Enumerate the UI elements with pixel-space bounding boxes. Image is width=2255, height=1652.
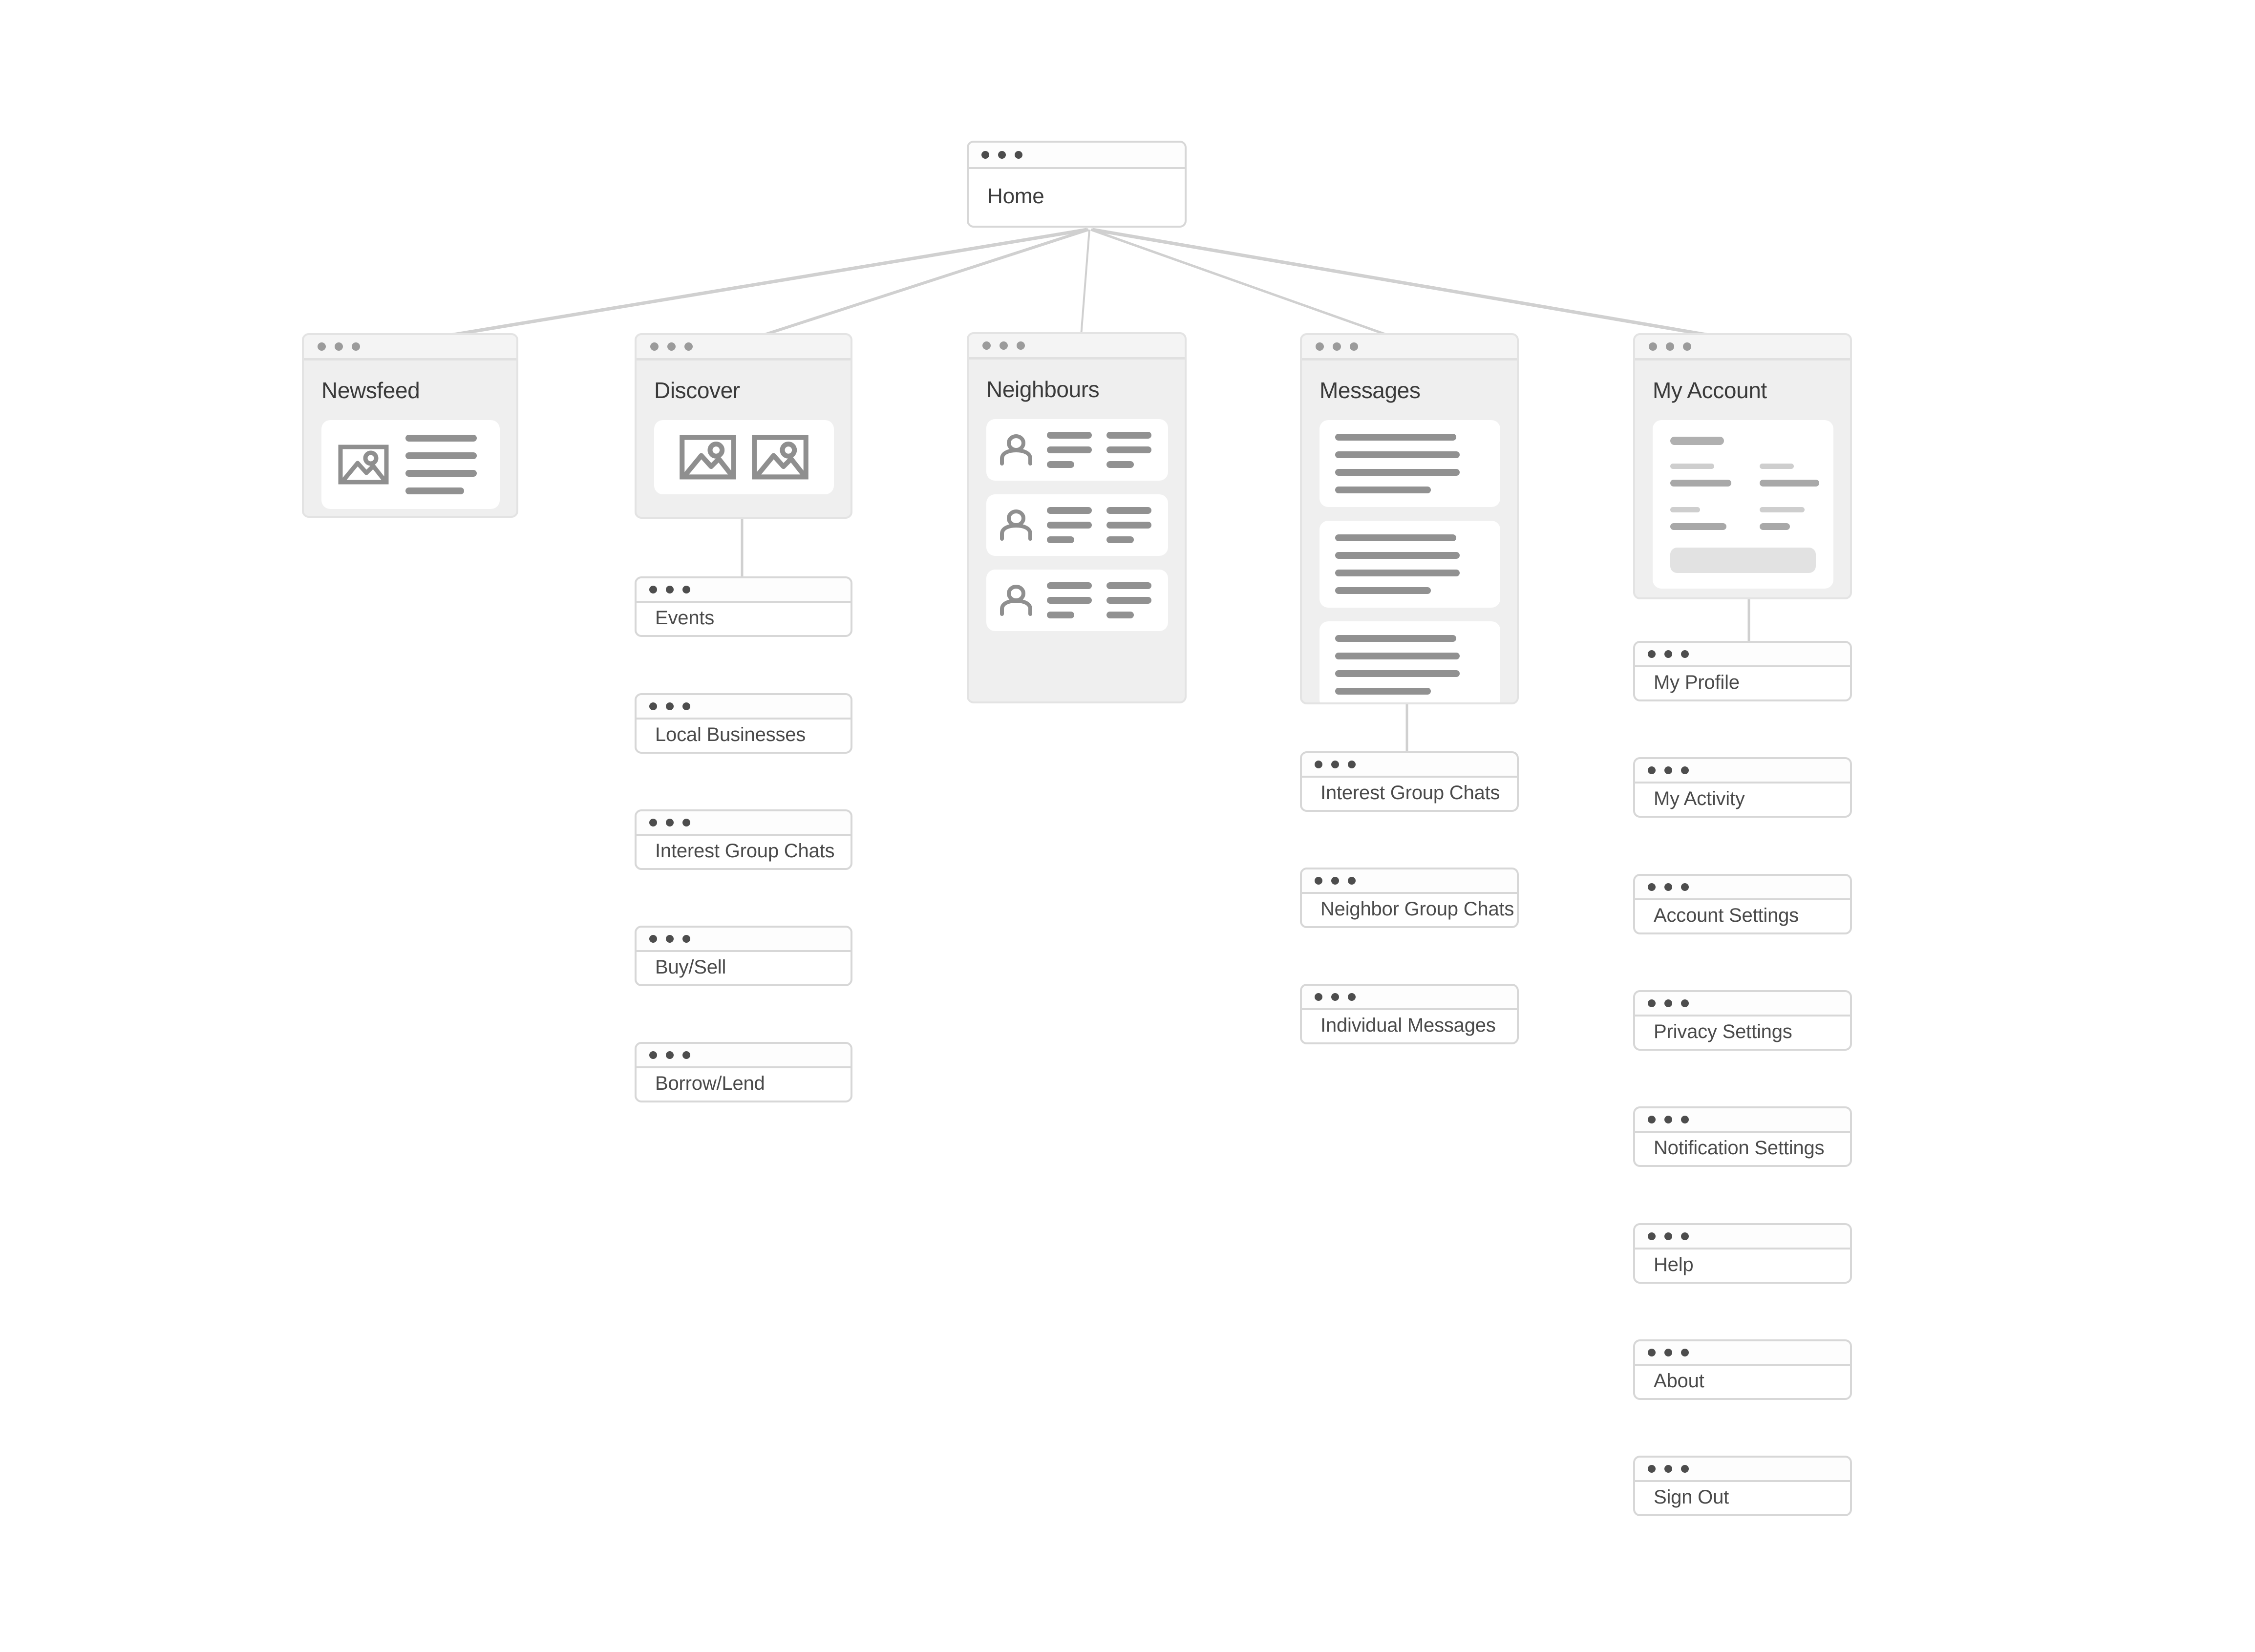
node-borrow-lend-label: Borrow/Lend xyxy=(655,1072,765,1094)
node-buy-sell[interactable]: Buy/Sell xyxy=(635,926,852,986)
node-privacy-settings[interactable]: Privacy Settings xyxy=(1633,990,1852,1051)
node-events-label: Events xyxy=(655,607,715,629)
window-dots-icon xyxy=(969,143,1185,169)
node-sign-out-label: Sign Out xyxy=(1654,1486,1729,1508)
node-account-settings[interactable]: Account Settings xyxy=(1633,874,1852,934)
node-discover-interest-group-chats[interactable]: Interest Group Chats xyxy=(635,809,852,870)
image-placeholder-icon xyxy=(680,435,736,480)
window-dots-icon xyxy=(304,335,516,360)
node-my-profile[interactable]: My Profile xyxy=(1633,641,1852,701)
window-dots-icon xyxy=(1635,1225,1850,1250)
window-dots-icon xyxy=(969,334,1185,360)
window-dots-icon xyxy=(1635,1458,1850,1482)
node-my-activity-label: My Activity xyxy=(1654,787,1745,809)
connector-lines xyxy=(409,228,1750,751)
node-individual-messages-label: Individual Messages xyxy=(1320,1014,1496,1036)
window-dots-icon xyxy=(637,578,851,603)
message-preview-card xyxy=(1319,621,1500,702)
node-about[interactable]: About xyxy=(1633,1339,1852,1400)
account-name-placeholder xyxy=(1670,437,1724,445)
node-individual-messages[interactable]: Individual Messages xyxy=(1300,984,1519,1044)
sitemap-canvas: Home Newsfeed Discover Neighbours Messag… xyxy=(0,0,2255,1652)
node-help[interactable]: Help xyxy=(1633,1223,1852,1284)
window-dots-icon xyxy=(1302,335,1517,360)
window-dots-icon xyxy=(637,928,851,952)
window-dots-icon xyxy=(1635,335,1850,360)
window-dots-icon xyxy=(1635,643,1850,667)
node-messages-interest-group-chats-label: Interest Group Chats xyxy=(1320,782,1500,804)
window-dots-icon xyxy=(1302,869,1517,894)
node-notification-settings[interactable]: Notification Settings xyxy=(1633,1106,1852,1167)
node-help-label: Help xyxy=(1654,1253,1694,1275)
window-dots-icon xyxy=(637,335,851,360)
account-action-block xyxy=(1670,548,1816,573)
node-my-profile-label: My Profile xyxy=(1654,671,1740,693)
node-home-label: Home xyxy=(987,184,1044,208)
person-avatar-icon xyxy=(1000,585,1032,616)
node-my-activity[interactable]: My Activity xyxy=(1633,757,1852,818)
node-neighbours-label: Neighbours xyxy=(986,377,1100,402)
node-sign-out[interactable]: Sign Out xyxy=(1633,1456,1852,1516)
node-about-label: About xyxy=(1654,1370,1704,1392)
node-messages[interactable]: Messages xyxy=(1300,333,1519,704)
image-placeholder-icon xyxy=(752,435,808,480)
image-placeholder-icon xyxy=(338,445,389,485)
node-newsfeed-label: Newsfeed xyxy=(321,378,420,403)
window-dots-icon xyxy=(637,695,851,720)
node-messages-interest-group-chats[interactable]: Interest Group Chats xyxy=(1300,751,1519,812)
node-messages-label: Messages xyxy=(1319,378,1421,403)
node-privacy-settings-label: Privacy Settings xyxy=(1654,1020,1792,1042)
node-my-account-label: My Account xyxy=(1653,378,1767,403)
node-discover-label: Discover xyxy=(654,378,740,403)
node-account-settings-label: Account Settings xyxy=(1654,904,1799,926)
window-dots-icon xyxy=(1635,1108,1850,1133)
node-local-businesses[interactable]: Local Businesses xyxy=(635,693,852,754)
neighbour-row-card xyxy=(986,570,1168,631)
node-borrow-lend[interactable]: Borrow/Lend xyxy=(635,1042,852,1102)
message-preview-card xyxy=(1319,521,1500,608)
node-my-account[interactable]: My Account xyxy=(1633,333,1852,599)
window-dots-icon xyxy=(637,1044,851,1068)
node-neighbor-group-chats[interactable]: Neighbor Group Chats xyxy=(1300,868,1519,928)
node-buy-sell-label: Buy/Sell xyxy=(655,956,726,978)
message-preview-card xyxy=(1319,420,1500,507)
node-home[interactable]: Home xyxy=(967,141,1187,228)
person-avatar-icon xyxy=(1000,434,1032,466)
window-dots-icon xyxy=(1635,1341,1850,1366)
person-avatar-icon xyxy=(1000,509,1032,541)
node-neighbor-group-chats-label: Neighbor Group Chats xyxy=(1320,898,1514,920)
node-events[interactable]: Events xyxy=(635,576,852,637)
node-discover[interactable]: Discover xyxy=(635,333,852,519)
neighbour-row-card xyxy=(986,494,1168,556)
window-dots-icon xyxy=(1635,759,1850,784)
newsfeed-text-lines xyxy=(405,435,477,494)
discover-tiles-card xyxy=(654,420,834,494)
node-discover-interest-group-chats-label: Interest Group Chats xyxy=(655,840,835,862)
window-dots-icon xyxy=(1302,986,1517,1010)
node-local-businesses-label: Local Businesses xyxy=(655,723,806,745)
neighbour-row-card xyxy=(986,419,1168,481)
window-dots-icon xyxy=(1302,753,1517,778)
window-dots-icon xyxy=(1635,876,1850,900)
node-newsfeed[interactable]: Newsfeed xyxy=(302,333,518,518)
account-form-card xyxy=(1653,420,1833,589)
node-notification-settings-label: Notification Settings xyxy=(1654,1137,1825,1159)
window-dots-icon xyxy=(1635,992,1850,1017)
node-neighbours[interactable]: Neighbours xyxy=(967,332,1187,703)
window-dots-icon xyxy=(637,811,851,836)
newsfeed-post-card xyxy=(321,420,500,509)
